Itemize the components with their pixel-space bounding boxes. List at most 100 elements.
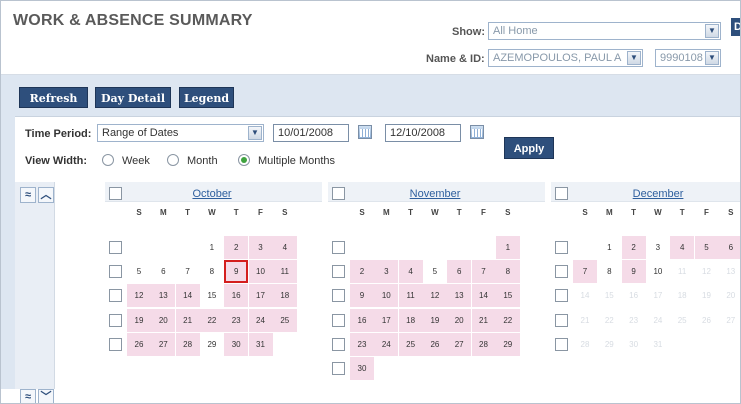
calendar-day[interactable]: 10 [646, 260, 670, 283]
calendar-day[interactable]: 1 [200, 236, 224, 259]
calendar-day[interactable]: 8 [597, 260, 621, 283]
calendar-day[interactable]: 30 [224, 332, 249, 356]
calendar-day[interactable]: 6 [151, 260, 175, 283]
calendar-day[interactable]: 22 [199, 308, 224, 332]
month-select-checkbox[interactable] [332, 187, 345, 200]
calendar-day[interactable]: 7 [573, 260, 597, 284]
calendar-day[interactable]: 30 [350, 357, 374, 380]
week-select-checkbox[interactable] [332, 241, 345, 254]
week-select-checkbox[interactable] [555, 241, 568, 254]
calendar-day[interactable]: 2 [621, 236, 646, 259]
calendar-day[interactable]: 25 [398, 332, 423, 356]
month-title-link[interactable]: December [573, 188, 740, 200]
radio-week[interactable] [102, 154, 114, 166]
calendar-day[interactable]: 2 [350, 260, 374, 284]
calendar-day[interactable]: 12 [127, 284, 151, 308]
month-title-link[interactable]: November [350, 188, 520, 200]
calendar-day[interactable]: 8 [200, 260, 224, 283]
calendar-day[interactable]: 17 [374, 308, 399, 332]
calendar-day[interactable]: 5 [423, 260, 447, 283]
calendar-day[interactable]: 3 [646, 236, 670, 259]
calendar-day[interactable]: 12 [422, 284, 447, 308]
calendar-day[interactable]: 26 [422, 332, 447, 356]
start-date-field[interactable]: 10/01/2008 [273, 124, 349, 142]
calendar-day[interactable]: 13 [151, 284, 176, 308]
name-select[interactable]: AZEMOPOULOS, PAUL A ▼ [488, 49, 643, 67]
scroll-up-icon[interactable]: ︿ [38, 187, 54, 203]
week-select-checkbox[interactable] [109, 313, 122, 327]
calendar-day[interactable]: 16 [350, 308, 374, 332]
calendar-day[interactable]: 4 [670, 236, 695, 259]
week-select-checkbox[interactable] [555, 265, 568, 279]
scroll-bottom-icon[interactable]: ≈ [20, 389, 36, 403]
week-select-checkbox[interactable] [332, 337, 345, 351]
week-select-checkbox[interactable] [555, 337, 568, 351]
calendar-day[interactable]: 9 [621, 260, 646, 284]
calendar-day[interactable]: 16 [224, 284, 249, 308]
week-select-checkbox[interactable] [332, 289, 345, 303]
calendar-day[interactable]: 15 [200, 284, 224, 307]
calendar-day[interactable]: 21 [175, 308, 200, 332]
week-select-checkbox[interactable] [332, 362, 345, 375]
calendar-day[interactable]: 29 [200, 333, 224, 356]
calendar-icon[interactable] [358, 125, 372, 139]
month-select-checkbox[interactable] [555, 187, 568, 200]
calendar-icon[interactable] [470, 125, 484, 139]
calendar-day[interactable]: 11 [272, 260, 297, 284]
calendar-day[interactable]: 8 [495, 260, 520, 284]
calendar-day[interactable]: 10 [248, 260, 273, 284]
calendar-day[interactable]: 22 [495, 308, 520, 332]
calendar-day[interactable]: 29 [495, 332, 520, 356]
calendar-day[interactable]: 19 [422, 308, 447, 332]
calendar-day[interactable]: 5 [694, 236, 719, 259]
week-select-checkbox[interactable] [332, 313, 345, 327]
scroll-down-icon[interactable]: ﹀ [38, 389, 54, 403]
calendar-day[interactable]: 20 [447, 308, 472, 332]
show-select[interactable]: All Home ▼ [488, 22, 721, 40]
calendar-day[interactable]: 15 [495, 284, 520, 308]
chevron-down-icon[interactable]: ▼ [705, 51, 719, 65]
radio-month[interactable] [167, 154, 179, 166]
apply-button[interactable]: Apply [504, 137, 554, 159]
calendar-day[interactable]: 14 [175, 284, 200, 308]
calendar-day[interactable]: 11 [398, 284, 423, 308]
end-date-field[interactable]: 12/10/2008 [385, 124, 461, 142]
calendar-day[interactable]: 14 [471, 284, 496, 308]
calendar-day[interactable]: 1 [597, 236, 621, 259]
month-select-checkbox[interactable] [109, 187, 122, 200]
time-period-select[interactable]: Range of Dates ▼ [97, 124, 264, 142]
calendar-day[interactable]: 1 [495, 236, 520, 259]
week-select-checkbox[interactable] [555, 313, 568, 327]
calendar-day[interactable]: 27 [151, 332, 176, 356]
calendar-day[interactable]: 10 [374, 284, 399, 308]
calendar-day[interactable]: 17 [248, 284, 273, 308]
id-select[interactable]: 9990108 ▼ [655, 49, 721, 67]
calendar-day[interactable]: 4 [272, 236, 297, 259]
day-detail-button[interactable]: Day Detail [95, 87, 171, 108]
week-select-checkbox[interactable] [109, 265, 122, 279]
week-select-checkbox[interactable] [109, 289, 122, 303]
calendar-day[interactable]: 28 [175, 332, 200, 356]
calendar-day[interactable]: 26 [127, 332, 151, 356]
scroll-top-icon[interactable]: ≈ [20, 187, 36, 203]
calendar-day[interactable]: 25 [272, 308, 297, 332]
calendar-day[interactable]: 23 [350, 332, 374, 356]
calendar-day[interactable]: 6 [447, 260, 472, 284]
calendar-day[interactable]: 27 [447, 332, 472, 356]
week-select-checkbox[interactable] [555, 289, 568, 303]
calendar-day[interactable]: 18 [272, 284, 297, 308]
chevron-down-icon[interactable]: ▼ [705, 24, 719, 38]
legend-button[interactable]: Legend [179, 87, 234, 108]
calendar-day[interactable]: 5 [127, 260, 151, 283]
calendar-day[interactable]: 2 [224, 236, 249, 259]
calendar-day[interactable]: 7 [176, 260, 200, 283]
edge-button[interactable]: D [731, 18, 740, 36]
calendar-day[interactable]: 6 [718, 236, 740, 259]
chevron-down-icon[interactable]: ▼ [248, 126, 262, 140]
chevron-down-icon[interactable]: ▼ [627, 51, 641, 65]
calendar-day[interactable]: 9 [350, 284, 374, 308]
week-select-checkbox[interactable] [109, 241, 122, 254]
calendar-day[interactable]: 23 [224, 308, 249, 332]
calendar-day[interactable]: 3 [374, 260, 399, 284]
week-select-checkbox[interactable] [332, 265, 345, 279]
